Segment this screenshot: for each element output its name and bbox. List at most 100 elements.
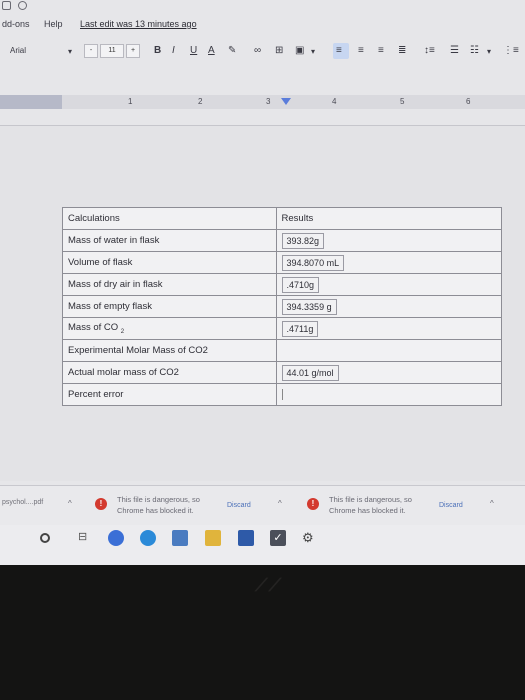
ruler[interactable]: 1 2 3 4 5 6 — [0, 95, 525, 109]
chevron-up-icon[interactable]: ^ — [490, 499, 494, 508]
bold-button[interactable]: B — [154, 45, 161, 56]
ruler-margin-shade — [0, 95, 62, 109]
ruler-label-2: 2 — [198, 97, 203, 106]
table-row: Volume of flask 394.8070 mL — [62, 251, 503, 274]
menu-bar: dd-ons Help Last edit was 13 minutes ago — [0, 15, 525, 33]
table-row: Experimental Molar Mass of CO2 — [62, 339, 503, 362]
last-edit-link[interactable]: Last edit was 13 minutes ago — [80, 19, 197, 29]
highlight-pen-icon[interactable]: ✎ — [228, 45, 236, 56]
app-icon[interactable] — [172, 530, 188, 546]
warning-text-line2: Chrome has blocked it. — [117, 506, 194, 515]
result-value: 44.01 g/mol — [281, 364, 339, 381]
file-explorer-icon[interactable] — [205, 530, 221, 546]
table-cell-label[interactable]: Experimental Molar Mass of CO2 — [62, 339, 277, 362]
decrease-font-size-button[interactable]: - — [84, 44, 98, 58]
table-cell-value[interactable] — [275, 383, 503, 406]
table-header-calculations[interactable]: Calculations — [62, 207, 277, 230]
co2-subscript: 2 — [120, 328, 125, 335]
result-value: 394.3359 g — [281, 298, 337, 315]
ruler-label-1: 1 — [128, 97, 133, 106]
numbered-list-icon[interactable]: ⋮≡ — [503, 45, 519, 56]
underline-button[interactable]: U — [190, 45, 197, 56]
screen: dd-ons Help Last edit was 13 minutes ago… — [0, 0, 525, 565]
warning-text-line1: This file is dangerous, so — [329, 495, 412, 504]
table-cell-label[interactable]: Actual molar mass of CO2 — [62, 361, 277, 384]
table-cell-label[interactable]: Mass of empty flask — [62, 295, 277, 318]
list-options-chevron-icon[interactable]: ▾ — [487, 47, 491, 56]
align-left-icon[interactable]: ≡ — [336, 45, 342, 56]
add-comment-icon[interactable]: ⊞ — [275, 45, 283, 56]
chevron-up-icon[interactable]: ^ — [68, 499, 72, 508]
image-options-chevron-icon[interactable]: ▾ — [311, 47, 315, 56]
discard-button[interactable]: Discard — [227, 502, 251, 509]
search-circle-icon[interactable] — [40, 533, 50, 543]
table-header-row: Calculations Results — [62, 207, 503, 230]
text-color-button[interactable]: A — [208, 45, 215, 56]
window-top-strip — [0, 0, 525, 12]
menu-item-addons[interactable]: dd-ons — [2, 19, 30, 29]
table-cell-label[interactable]: Mass of CO 2 — [62, 317, 277, 340]
table-row: Mass of CO 2 .4711g — [62, 317, 503, 340]
taskbar: ⊟ ✓ ⚙ — [0, 525, 525, 565]
chevron-down-icon[interactable]: ▾ — [68, 47, 72, 56]
window-icon — [2, 1, 11, 10]
download-warning-message: This file is dangerous, so Chrome has bl… — [329, 494, 429, 516]
result-value: 393.82g — [281, 232, 325, 249]
increase-font-size-button[interactable]: + — [126, 44, 140, 58]
font-size-input[interactable]: 11 — [100, 44, 124, 58]
chevron-up-icon[interactable]: ^ — [278, 499, 282, 508]
table-cell-value[interactable] — [275, 339, 503, 362]
warning-text-line1: This file is dangerous, so — [117, 495, 200, 504]
ruler-label-3: 3 — [266, 97, 271, 106]
chrome-icon[interactable] — [108, 530, 124, 546]
ruler-label-5: 5 — [400, 97, 405, 106]
italic-button[interactable]: I — [172, 45, 175, 56]
insert-image-icon[interactable]: ▣ — [295, 45, 304, 56]
bulleted-list-icon[interactable]: ☷ — [470, 45, 479, 56]
table-header-results[interactable]: Results — [275, 207, 503, 230]
indent-marker-icon[interactable] — [281, 98, 291, 105]
result-value: .4711g — [281, 320, 319, 337]
warning-icon: ! — [95, 498, 107, 510]
justify-icon[interactable]: ≣ — [398, 45, 406, 56]
link-icon[interactable]: ∞ — [254, 45, 261, 56]
line-spacing-icon[interactable]: ↕≡ — [424, 45, 435, 56]
menu-item-help[interactable]: Help — [44, 19, 63, 29]
table-cell-label[interactable]: Volume of flask — [62, 251, 277, 274]
download-file-name[interactable]: psychol....pdf — [2, 499, 43, 506]
mail-icon[interactable] — [238, 530, 254, 546]
table-row: Percent error — [62, 383, 503, 406]
result-value: .4710g — [281, 276, 320, 293]
font-select[interactable]: Arial — [10, 46, 26, 55]
table-cell-label[interactable]: Percent error — [62, 383, 277, 406]
table-cell-value[interactable]: 394.3359 g — [275, 295, 503, 318]
download-shelf: psychol....pdf ^ ! This file is dangerou… — [0, 485, 525, 525]
align-right-icon[interactable]: ≡ — [378, 45, 384, 56]
result-value: 394.8070 mL — [281, 254, 345, 271]
table-cell-value[interactable]: .4711g — [275, 317, 503, 340]
discard-button[interactable]: Discard — [439, 502, 463, 509]
table-cell-value[interactable]: 394.8070 mL — [275, 251, 503, 274]
ruler-label-4: 4 — [332, 97, 337, 106]
table-cell-value[interactable]: 44.01 g/mol — [275, 361, 503, 384]
edge-icon[interactable] — [140, 530, 156, 546]
table-cell-label[interactable]: Mass of dry air in flask — [62, 273, 277, 296]
task-view-icon[interactable]: ⊟ — [78, 530, 94, 546]
formatting-toolbar: Arial ▾ - 11 + B I U A ✎ ∞ ⊞ ▣ ▾ ≡ ≡ ≡ ≣… — [0, 38, 525, 66]
checklist-icon[interactable]: ☰ — [450, 45, 459, 56]
download-warning-message: This file is dangerous, so Chrome has bl… — [117, 494, 217, 516]
sync-icon — [18, 1, 27, 10]
text-cursor — [281, 388, 283, 400]
laptop-bezel: ⟋⟋ — [0, 565, 525, 700]
settings-gear-icon[interactable]: ⚙ — [302, 530, 318, 546]
table-cell-value[interactable]: 393.82g — [275, 229, 503, 252]
align-center-icon[interactable]: ≡ — [358, 45, 364, 56]
table-cell-value[interactable]: .4710g — [275, 273, 503, 296]
table-cell-label[interactable]: Mass of water in flask — [62, 229, 277, 252]
co2-label-text: Mass of CO — [68, 322, 119, 334]
ruler-label-6: 6 — [466, 97, 471, 106]
table-row: Mass of water in flask 393.82g — [62, 229, 503, 252]
check-app-icon[interactable]: ✓ — [270, 530, 286, 546]
table-row: Actual molar mass of CO2 44.01 g/mol — [62, 361, 503, 384]
calculations-table: Calculations Results Mass of water in fl… — [62, 207, 503, 406]
